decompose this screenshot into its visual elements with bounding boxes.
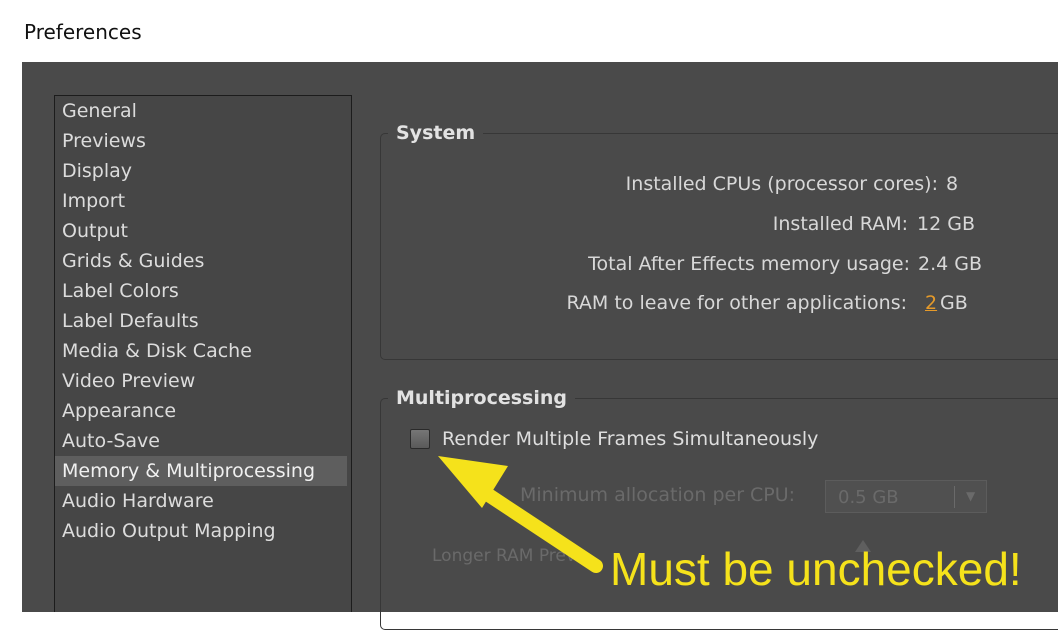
annotation-text: Must be unchecked!: [610, 543, 1022, 595]
annotation-arrow-icon: [438, 456, 603, 573]
